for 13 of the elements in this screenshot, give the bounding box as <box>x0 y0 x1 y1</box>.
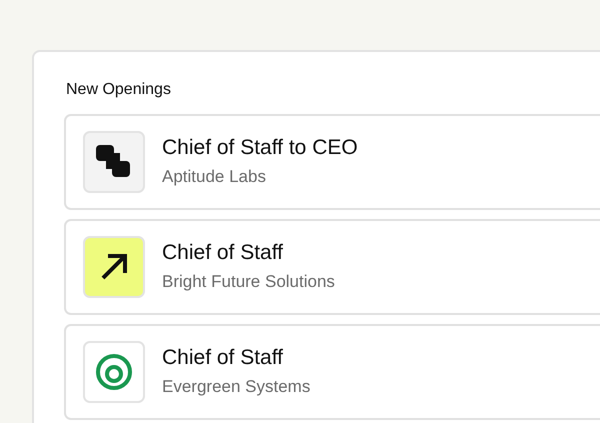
job-title: Chief of Staff <box>162 344 284 370</box>
blocks-icon <box>96 145 132 179</box>
arrow-icon <box>99 252 129 282</box>
company-name: Aptitude Labs <box>162 166 267 188</box>
company-name: Evergreen Systems <box>162 376 310 398</box>
rings-icon <box>95 353 133 391</box>
job-card[interactable]: Chief of Staff Evergreen Systems <box>64 324 600 420</box>
job-title: Chief of Staff <box>162 240 284 265</box>
job-card[interactable]: Chief of Staff Bright Future Solutions <box>64 219 600 315</box>
section-title: New Openings <box>66 80 172 100</box>
company-name: Bright Future Solutions <box>162 270 335 293</box>
job-card[interactable]: Chief of Staff to CEO Aptitude Labs <box>64 114 600 210</box>
job-title: Chief of Staff to CEO <box>162 134 358 160</box>
